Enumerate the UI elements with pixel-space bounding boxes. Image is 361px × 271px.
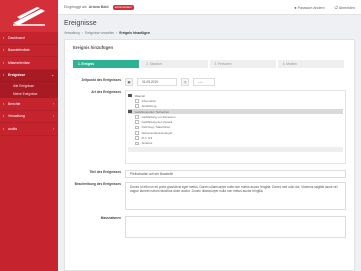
sidebar-subitem-my-events[interactable]: Meine Ereignisse — [0, 90, 58, 98]
breadcrumb-item[interactable]: Ereignisse verwalten — [85, 31, 114, 35]
sidebar-item-label: audits — [8, 126, 18, 131]
logged-in-prefix: Eingeloggt als — [64, 5, 87, 9]
checkbox[interactable] — [135, 99, 139, 103]
sidebar-item-label: Mitarbeiterliste — [8, 60, 31, 65]
logout-link[interactable]: ⏻Abmelden — [335, 5, 355, 10]
option-label: Fahrzeug / Maschinen — [141, 125, 171, 130]
step-media[interactable]: 4. Medien — [277, 60, 344, 68]
event-form: Zeitpunkt des Ereignisses ▦ 01.05.2019 ◷… — [73, 78, 346, 238]
sidebar-item-baustellen[interactable]: ▪ Baustellenliste — [0, 45, 58, 57]
option-label: Anderes — [141, 141, 153, 146]
checkbox[interactable] — [135, 130, 139, 135]
sidebar-item-verwaltung[interactable]: ▪ Verwaltung › — [0, 111, 58, 123]
checkbox[interactable] — [128, 109, 132, 114]
step-event[interactable]: 1. Ereignis — [73, 60, 140, 68]
settings-icon: ▪ — [3, 114, 5, 119]
type-label: Art des Ereignisses — [91, 90, 121, 94]
role-badge: administrator — [112, 4, 134, 10]
clock-icon[interactable]: ◷ — [181, 78, 189, 86]
checkbox[interactable] — [135, 115, 139, 119]
title-input[interactable]: Pfeilschaden auf der Baustelle — [125, 170, 346, 178]
app-logo[interactable] — [0, 0, 58, 32]
description-textarea[interactable]: Donec id elit non mi porta gravida at eg… — [125, 182, 346, 210]
breadcrumb-current: Ereignis hinzufügen — [119, 31, 150, 35]
measures-label: Massnahmen — [100, 216, 121, 220]
user-name: Ariana Bald — [88, 5, 109, 9]
sidebar-item-ereignisse[interactable]: ▪ Ereignisse ⌄ — [0, 69, 58, 82]
sidebar-item-berichte[interactable]: ▪ Berichte › — [0, 98, 58, 111]
sidebar-item-label: Berichte — [8, 101, 21, 106]
logo-icon — [13, 7, 45, 26]
sidebar-subitem-all-events[interactable]: Alle Ereignisse — [0, 82, 58, 90]
sidebar-item-mitarbeiter[interactable]: ▪ Mitarbeiterliste — [0, 57, 58, 70]
date-label: Zeitpunkt des Ereignisses — [81, 78, 121, 82]
option-label: Gefahrenpunkt / Sicherheit — [134, 109, 169, 114]
chevron-right-icon: › — [52, 114, 54, 119]
chevron-right-icon: › — [52, 126, 54, 131]
page-title: Ereignisse — [64, 20, 97, 27]
change-password-link[interactable]: ●Passwort ändern — [294, 5, 324, 10]
checkbox[interactable] — [135, 136, 139, 140]
option-label: KU / GS — [141, 136, 153, 141]
option-label: Gefährdung der Umwelt — [141, 120, 173, 125]
chevron-right-icon: › — [52, 101, 54, 106]
description-label: Beschreibung des Ereignisses — [74, 182, 121, 186]
breadcrumb-separator: › — [116, 31, 118, 35]
sidebar-item-audits[interactable]: ▪ audits › — [0, 123, 58, 136]
measures-textarea[interactable] — [125, 216, 346, 238]
event-icon: ▪ — [3, 73, 5, 78]
checkbox[interactable] — [128, 93, 132, 98]
people-icon: ▪ — [3, 60, 5, 65]
option-label: Ausführung — [141, 104, 157, 109]
event-type-option[interactable]: Anderes — [128, 141, 343, 146]
event-form-card: Ereignis hinzufügen 1. Ereignis 2. Stand… — [64, 39, 355, 271]
breadcrumb-item[interactable]: Verwaltung — [64, 31, 80, 35]
logout-icon: ⏻ — [334, 4, 338, 10]
checkbox[interactable] — [135, 104, 139, 109]
audit-icon: ▪ — [3, 126, 5, 131]
sidebar-item-label: Baustellenliste — [8, 48, 30, 53]
step-persons[interactable]: 3. Personen — [209, 60, 276, 68]
step-location[interactable]: 2. Standort — [141, 60, 208, 68]
sidebar-item-label: Ereignisse — [8, 73, 26, 78]
sidebar: ▪ Dashboard ▪ Baustellenliste ▪ Mitarbeiter… — [0, 32, 58, 271]
checkbox[interactable] — [135, 120, 139, 124]
list-icon: ▪ — [3, 48, 5, 53]
title-label: Titel des Ereignisses — [89, 170, 121, 174]
breadcrumb: Verwaltung › Ereignisse verwalten › Erei… — [64, 31, 355, 35]
dashboard-icon: ▪ — [3, 35, 5, 40]
calendar-icon[interactable]: ▦ — [125, 78, 133, 86]
checkbox[interactable] — [135, 141, 139, 146]
additional-type-field[interactable] — [128, 146, 343, 152]
option-label: Dokumentationsmangel — [141, 130, 172, 135]
sidebar-item-label: Dashboard — [8, 35, 25, 40]
wizard-steps: 1. Ereignis 2. Standort 3. Personen 4. M… — [73, 60, 346, 68]
report-icon: ▪ — [3, 101, 5, 106]
sidebar-item-label: Verwaltung — [8, 114, 25, 119]
option-label: Material — [134, 93, 145, 98]
event-type-list: Material Information Ausführung Gefahren… — [125, 90, 346, 164]
sidebar-item-dashboard[interactable]: ▪ Dashboard — [0, 32, 58, 45]
time-input[interactable]: --:-- — [193, 78, 215, 86]
checkbox[interactable] — [135, 125, 139, 130]
date-input[interactable]: 01.05.2019 — [137, 78, 177, 86]
breadcrumb-separator: › — [81, 31, 83, 35]
top-bar: Eingeloggt als Ariana Bald administrator… — [58, 0, 361, 15]
chevron-down-icon: ⌄ — [51, 73, 54, 78]
card-title: Ereignis hinzufügen — [73, 45, 114, 50]
option-label: Gefährdung von Personen — [141, 114, 176, 119]
change-password-label: Passwort ändern — [297, 5, 325, 10]
option-label: Information — [141, 98, 157, 103]
user-icon: ● — [294, 4, 297, 10]
logout-label: Abmelden — [338, 5, 355, 10]
